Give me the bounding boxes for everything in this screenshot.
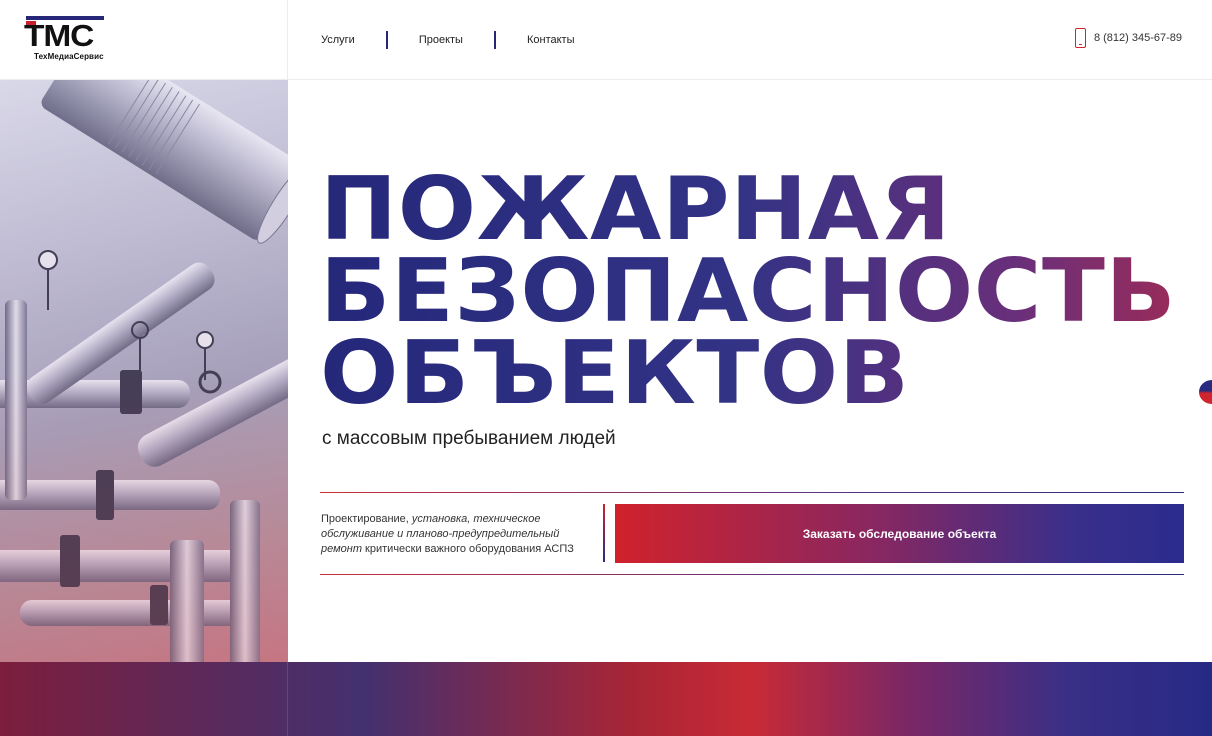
- phone-link[interactable]: 8 (812) 345-67-89: [1074, 28, 1182, 48]
- description-text: критически важного оборудования АСПЗ: [362, 543, 574, 555]
- description-divider: [603, 504, 605, 562]
- hero-title-line: ПОЖАРНАЯ: [320, 166, 1212, 253]
- nav-link-contacts[interactable]: Контакты: [527, 34, 575, 46]
- nav-link-projects[interactable]: Проекты: [419, 34, 463, 46]
- photo-color-tint: [0, 80, 288, 662]
- phone-number: 8 (812) 345-67-89: [1093, 32, 1182, 44]
- hero-description: Проектирование, установка, техническое о…: [321, 512, 591, 557]
- nav-divider: [385, 31, 388, 49]
- hero-title: ПОЖАРНАЯ БЕЗОПАСНОСТЬ ОБЪЕКТОВ: [320, 166, 1200, 417]
- nav-link-services[interactable]: Услуги: [321, 34, 355, 46]
- order-inspection-button[interactable]: Заказать обследование объекта: [615, 504, 1184, 563]
- nav-divider: [493, 31, 496, 49]
- bottom-gradient-band: [0, 662, 1212, 736]
- hero-photo-pipes: [0, 80, 288, 662]
- divider-bottom: [320, 574, 1184, 575]
- site-header: ТМС ТехМедиаСервис Услуги Проекты Контак…: [0, 0, 1212, 80]
- logo[interactable]: ТМС ТехМедиаСервис: [24, 14, 106, 64]
- main-nav: Услуги Проекты Контакты: [321, 31, 574, 49]
- logo-company-name: ТехМедиаСервис: [34, 52, 104, 61]
- description-text: Проектирование,: [321, 513, 412, 525]
- hero-subtitle: с массовым пребыванием людей: [322, 428, 616, 449]
- logo-mark: ТМС: [24, 18, 94, 53]
- hero-title-line: БЕЗОПАСНОСТЬ: [320, 248, 1212, 335]
- hero-title-line: ОБЪЕКТОВ: [320, 330, 1212, 417]
- phone-icon: [1074, 28, 1086, 48]
- logo-cell: ТМС ТехМедиаСервис: [0, 0, 288, 80]
- divider-top: [320, 492, 1184, 493]
